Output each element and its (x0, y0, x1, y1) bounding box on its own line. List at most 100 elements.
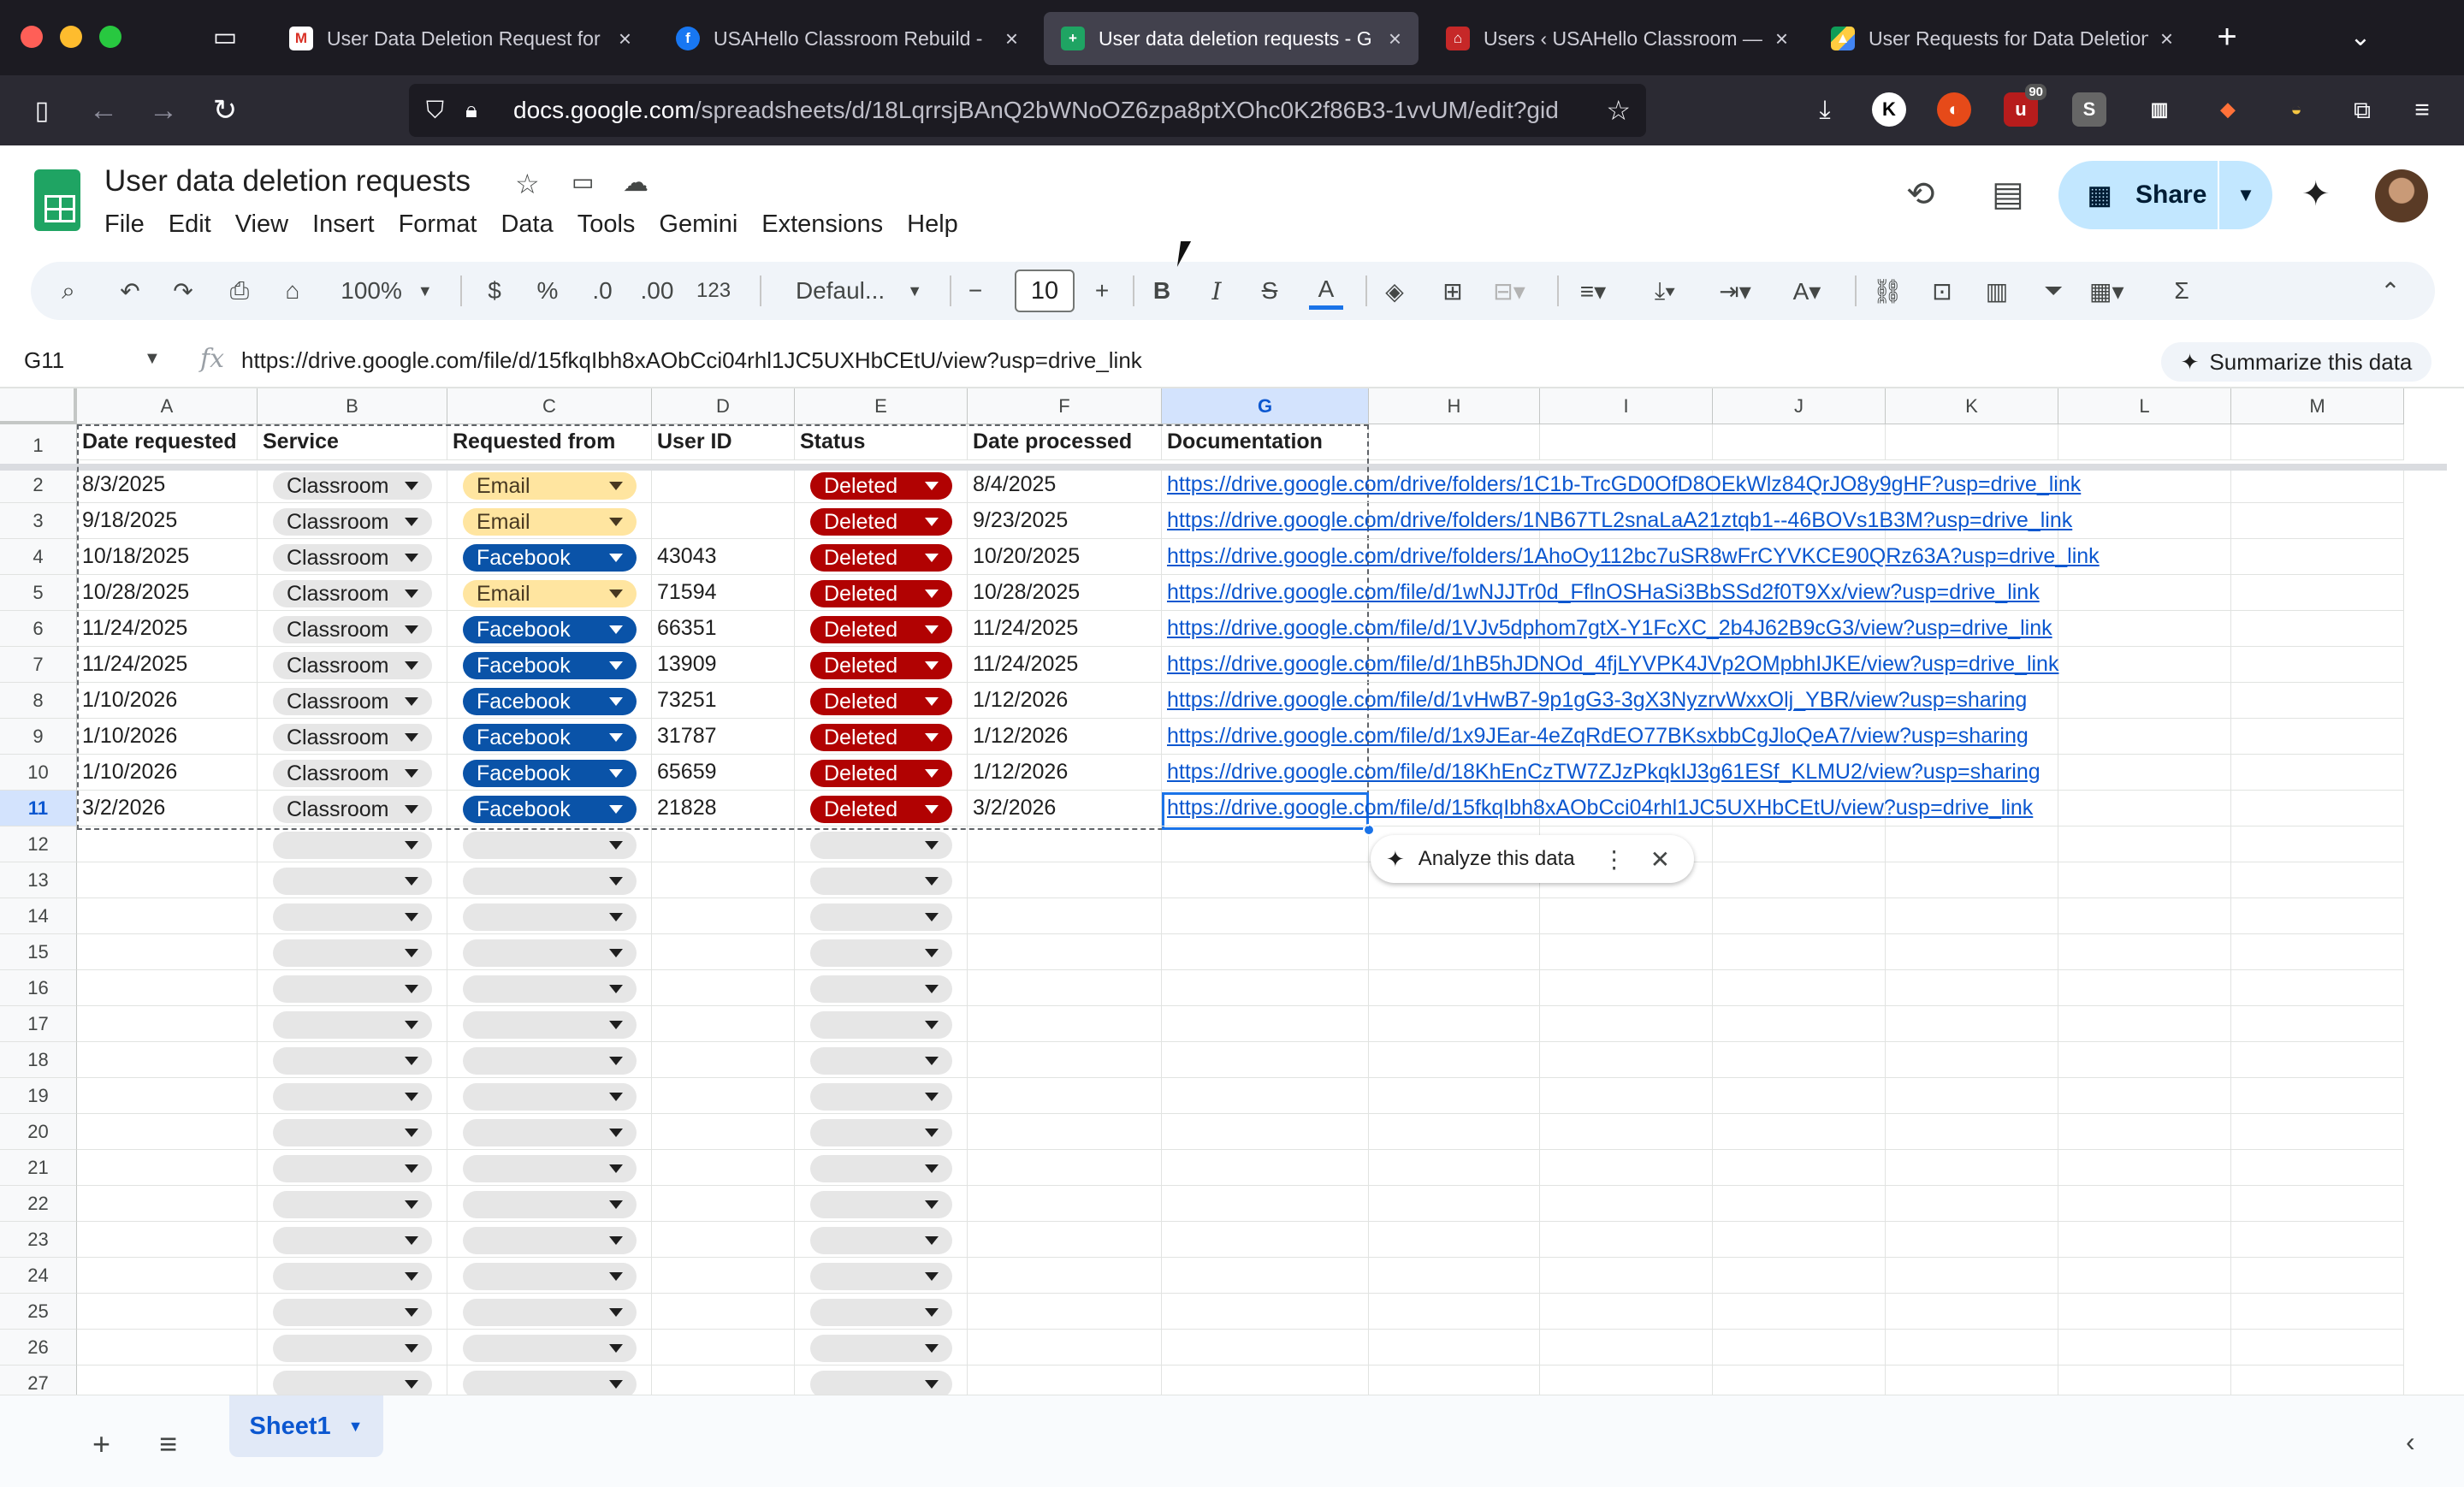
status-cell[interactable]: Deleted (795, 683, 968, 719)
strikethrough-icon[interactable]: S (1253, 272, 1287, 310)
empty-cell[interactable] (77, 1006, 258, 1042)
empty-cell[interactable] (968, 934, 1162, 970)
empty-cell[interactable] (2231, 826, 2404, 862)
empty-cell[interactable] (1713, 826, 1886, 862)
status-chip[interactable]: Deleted (810, 688, 952, 715)
empty-cell[interactable] (2231, 970, 2404, 1006)
menu-tools[interactable]: Tools (566, 207, 648, 241)
empty-cell[interactable] (258, 826, 447, 862)
empty-cell[interactable] (795, 1150, 968, 1186)
requested-from-cell[interactable]: Facebook (447, 611, 652, 647)
service-chip[interactable]: Classroom (273, 616, 432, 643)
empty-dropdown-chip[interactable] (463, 939, 637, 967)
empty-cell[interactable] (2231, 1330, 2404, 1366)
header-cell[interactable]: Requested from (447, 424, 652, 460)
empty-cell[interactable] (258, 898, 447, 934)
requested-from-cell[interactable]: Facebook (447, 719, 652, 755)
sidebar-toggle-icon[interactable]: ▯ (22, 91, 62, 130)
empty-cell[interactable] (1540, 1150, 1713, 1186)
row-header-10[interactable]: 10 (0, 755, 77, 791)
empty-cell[interactable] (1886, 826, 2058, 862)
move-folder-icon[interactable]: ▭ (572, 168, 594, 196)
header-cell[interactable]: Date processed (968, 424, 1162, 460)
service-chip[interactable]: Classroom (273, 544, 432, 572)
empty-dropdown-chip[interactable] (810, 1299, 952, 1326)
empty-cell[interactable] (968, 1006, 1162, 1042)
empty-cell[interactable] (2231, 1258, 2404, 1294)
row-header-25[interactable]: 25 (0, 1294, 77, 1330)
column-header-j[interactable]: J (1713, 388, 1886, 424)
requested-from-chip[interactable]: Facebook (463, 544, 637, 572)
date-processed-cell[interactable]: 1/12/2026 (968, 755, 1162, 791)
empty-cell[interactable] (1162, 1042, 1369, 1078)
borders-icon[interactable]: ⊞ (1436, 272, 1470, 310)
cloud-saved-icon[interactable]: ☁ (623, 168, 649, 198)
date-processed-cell[interactable]: 1/12/2026 (968, 683, 1162, 719)
documentation-link[interactable]: https://drive.google.com/file/d/18KhEnCz… (1162, 755, 2040, 791)
empty-cell[interactable] (77, 1150, 258, 1186)
empty-cell[interactable] (447, 1294, 652, 1330)
empty-cell[interactable] (652, 970, 795, 1006)
date-requested-cell[interactable]: 10/18/2025 (77, 539, 258, 575)
empty-cell[interactable] (1886, 1258, 2058, 1294)
empty-cell[interactable] (1713, 934, 1886, 970)
empty-cell[interactable] (447, 1330, 652, 1366)
row-header-16[interactable]: 16 (0, 970, 77, 1006)
requested-from-cell[interactable]: Facebook (447, 683, 652, 719)
browser-tab-drive[interactable]: ▲ User Requests for Data Deletion × (1814, 12, 2190, 65)
collapse-toolbar-chevron-icon[interactable]: ⌃ (2373, 272, 2408, 310)
row-header-20[interactable]: 20 (0, 1114, 77, 1150)
column-header-l[interactable]: L (2058, 388, 2231, 424)
row-header-2[interactable]: 2 (0, 467, 77, 503)
empty-cell[interactable] (795, 1186, 968, 1222)
empty-dropdown-chip[interactable] (273, 1083, 432, 1111)
empty-dropdown-chip[interactable] (810, 1335, 952, 1362)
row-header-11[interactable]: 11 (0, 791, 77, 826)
empty-dropdown-chip[interactable] (273, 1119, 432, 1146)
empty-cell[interactable] (2058, 826, 2231, 862)
date-requested-cell[interactable]: 10/28/2025 (77, 575, 258, 611)
extension-badge-icon[interactable]: u 90 (2004, 84, 2046, 127)
status-cell[interactable]: Deleted (795, 647, 968, 683)
empty-cell[interactable] (2058, 970, 2231, 1006)
empty-cell[interactable] (652, 862, 795, 898)
empty-cell[interactable] (1713, 1294, 1886, 1330)
empty-dropdown-chip[interactable] (463, 1155, 637, 1182)
documentation-link[interactable]: https://drive.google.com/drive/folders/1… (1162, 539, 2100, 575)
empty-cell[interactable] (1540, 1114, 1713, 1150)
date-requested-cell[interactable]: 3/2/2026 (77, 791, 258, 826)
empty-cell[interactable] (1162, 862, 1369, 898)
service-cell[interactable]: Classroom (258, 683, 447, 719)
empty-cell[interactable] (1369, 1006, 1540, 1042)
empty-cell[interactable] (1713, 1258, 1886, 1294)
row-header-26[interactable]: 26 (0, 1330, 77, 1366)
empty-cell[interactable] (1162, 970, 1369, 1006)
empty-cell[interactable] (77, 934, 258, 970)
row-header-6[interactable]: 6 (0, 611, 77, 647)
row-header-5[interactable]: 5 (0, 575, 77, 611)
empty-cell[interactable] (652, 1150, 795, 1186)
header-cell[interactable]: User ID (652, 424, 795, 460)
status-chip[interactable]: Deleted (810, 544, 952, 572)
service-chip[interactable]: Classroom (273, 508, 432, 536)
empty-cell[interactable] (968, 1222, 1162, 1258)
empty-cell[interactable] (2231, 1150, 2404, 1186)
empty-dropdown-chip[interactable] (810, 1263, 952, 1290)
requested-from-cell[interactable]: Facebook (447, 539, 652, 575)
empty-cell[interactable] (1369, 1294, 1540, 1330)
empty-cell[interactable] (795, 970, 968, 1006)
close-tab-icon[interactable]: × (1005, 26, 1018, 52)
empty-cell[interactable] (258, 970, 447, 1006)
row-header-4[interactable]: 4 (0, 539, 77, 575)
date-requested-cell[interactable]: 1/10/2026 (77, 719, 258, 755)
empty-dropdown-chip[interactable] (463, 1191, 637, 1218)
empty-cell[interactable] (1713, 1150, 1886, 1186)
empty-cell[interactable] (258, 1258, 447, 1294)
empty-cell[interactable] (1540, 1042, 1713, 1078)
menu-extensions[interactable]: Extensions (749, 207, 895, 241)
empty-cell[interactable] (447, 1186, 652, 1222)
empty-cell[interactable] (2058, 791, 2231, 826)
empty-dropdown-chip[interactable] (810, 1047, 952, 1075)
add-sheet-icon[interactable]: + (92, 1426, 110, 1462)
date-processed-cell[interactable]: 8/4/2025 (968, 467, 1162, 503)
